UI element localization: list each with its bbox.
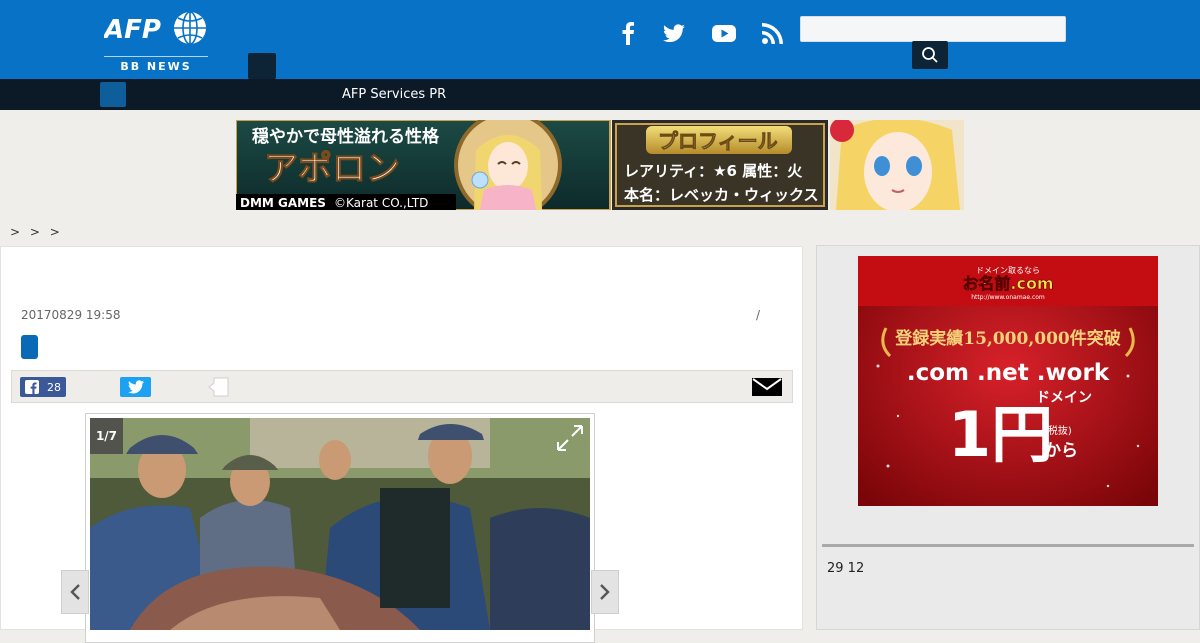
facebook-icon [25, 380, 39, 394]
facebook-share-button[interactable]: 28 [20, 377, 66, 397]
chevron-left-icon [70, 584, 80, 600]
expand-icon[interactable] [552, 420, 588, 456]
logo-text: AFP [104, 15, 161, 45]
game-banner-ad[interactable]: 穏やかで母性溢れる性格 アポロン DMM GAMES ©Karat CO.,LT… [236, 120, 964, 210]
ad-tax: (税抜) [1044, 424, 1072, 437]
category-badge[interactable] [21, 335, 38, 359]
banner-rarity: レアリティ：★6 属性：火 [624, 162, 803, 180]
mail-icon[interactable] [752, 378, 782, 396]
character-illustration-2 [830, 120, 964, 210]
breadcrumb[interactable]: > > > [10, 225, 63, 239]
ad-from: から [1044, 441, 1078, 461]
article-category-separator: / [756, 308, 761, 322]
banner-realname: 本名：レベッカ・ウィックス [624, 186, 819, 204]
article-photo[interactable] [90, 418, 590, 630]
banner-title: アポロン [264, 149, 400, 189]
twitter-icon[interactable] [659, 18, 689, 48]
search-button[interactable] [912, 41, 948, 69]
ad-tlds: .com .net .work [907, 360, 1110, 386]
youtube-icon[interactable] [709, 18, 739, 48]
nav-bar [0, 79, 1200, 110]
facebook-icon[interactable] [613, 18, 643, 48]
globe-icon [174, 11, 206, 45]
banner-line1: 穏やかで母性溢れる性格 [252, 126, 440, 147]
banner-dmm: DMM GAMES [240, 196, 326, 210]
nav-home-button[interactable] [100, 82, 126, 107]
rss-icon[interactable] [758, 18, 788, 48]
ad-badge: 登録実績15,000,000件突破 [894, 328, 1120, 349]
photo-next-button[interactable] [591, 570, 619, 614]
menu-toggle-button[interactable] [248, 53, 276, 79]
facebook-share-count: 28 [47, 380, 61, 394]
logo-subtitle: BB NEWS [104, 56, 208, 73]
banner-copyright: ©Karat CO.,LTD [334, 196, 428, 210]
search-icon [922, 47, 938, 63]
line-share-icon[interactable] [208, 377, 230, 397]
sidebar-text: 29 12 [827, 561, 865, 576]
character-illustration-1 [454, 120, 562, 210]
ad-url: http://www.onamae.com [971, 294, 1045, 301]
chevron-right-icon [600, 584, 610, 600]
twitter-share-button[interactable] [120, 377, 151, 397]
onamae-domain-ad[interactable]: ドメイン取るなら お名前.com http://www.onamae.com 登… [858, 256, 1158, 506]
ad-price: 1円 [948, 398, 1053, 471]
twitter-icon [127, 380, 144, 394]
search-input[interactable] [800, 16, 1066, 42]
banner-profile: プロフィール [658, 129, 778, 153]
ad-brand: お名前.com [962, 274, 1053, 293]
photo-counter: 1/7 [90, 418, 123, 454]
photo-prev-button[interactable] [61, 570, 89, 614]
sidebar-divider [822, 544, 1194, 547]
article-date: 20170829 19:58 [21, 308, 121, 322]
nav-link-services-pr[interactable]: AFP Services PR [342, 87, 446, 102]
